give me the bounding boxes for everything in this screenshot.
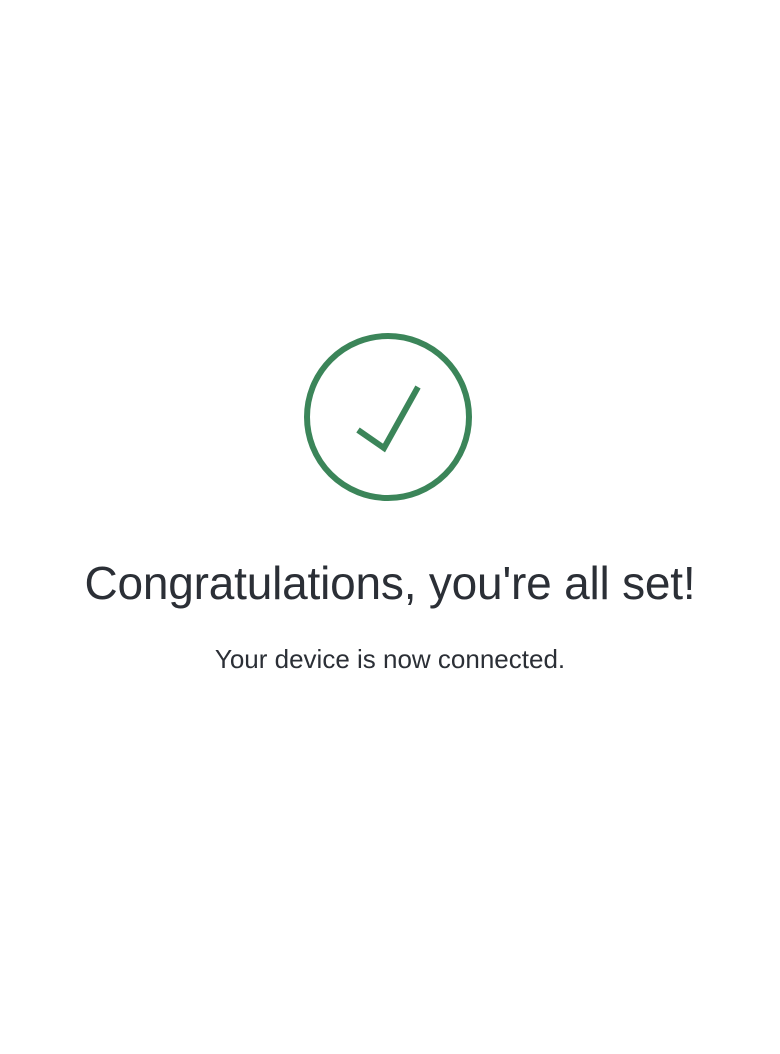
success-circle	[304, 333, 472, 501]
success-screen: Congratulations, you're all set! Your de…	[0, 0, 780, 1054]
checkmark-stroke	[356, 385, 421, 453]
checkmark-circle-icon	[302, 331, 474, 503]
success-title: Congratulations, you're all set!	[84, 557, 696, 609]
success-message: Your device is now connected.	[214, 644, 566, 674]
